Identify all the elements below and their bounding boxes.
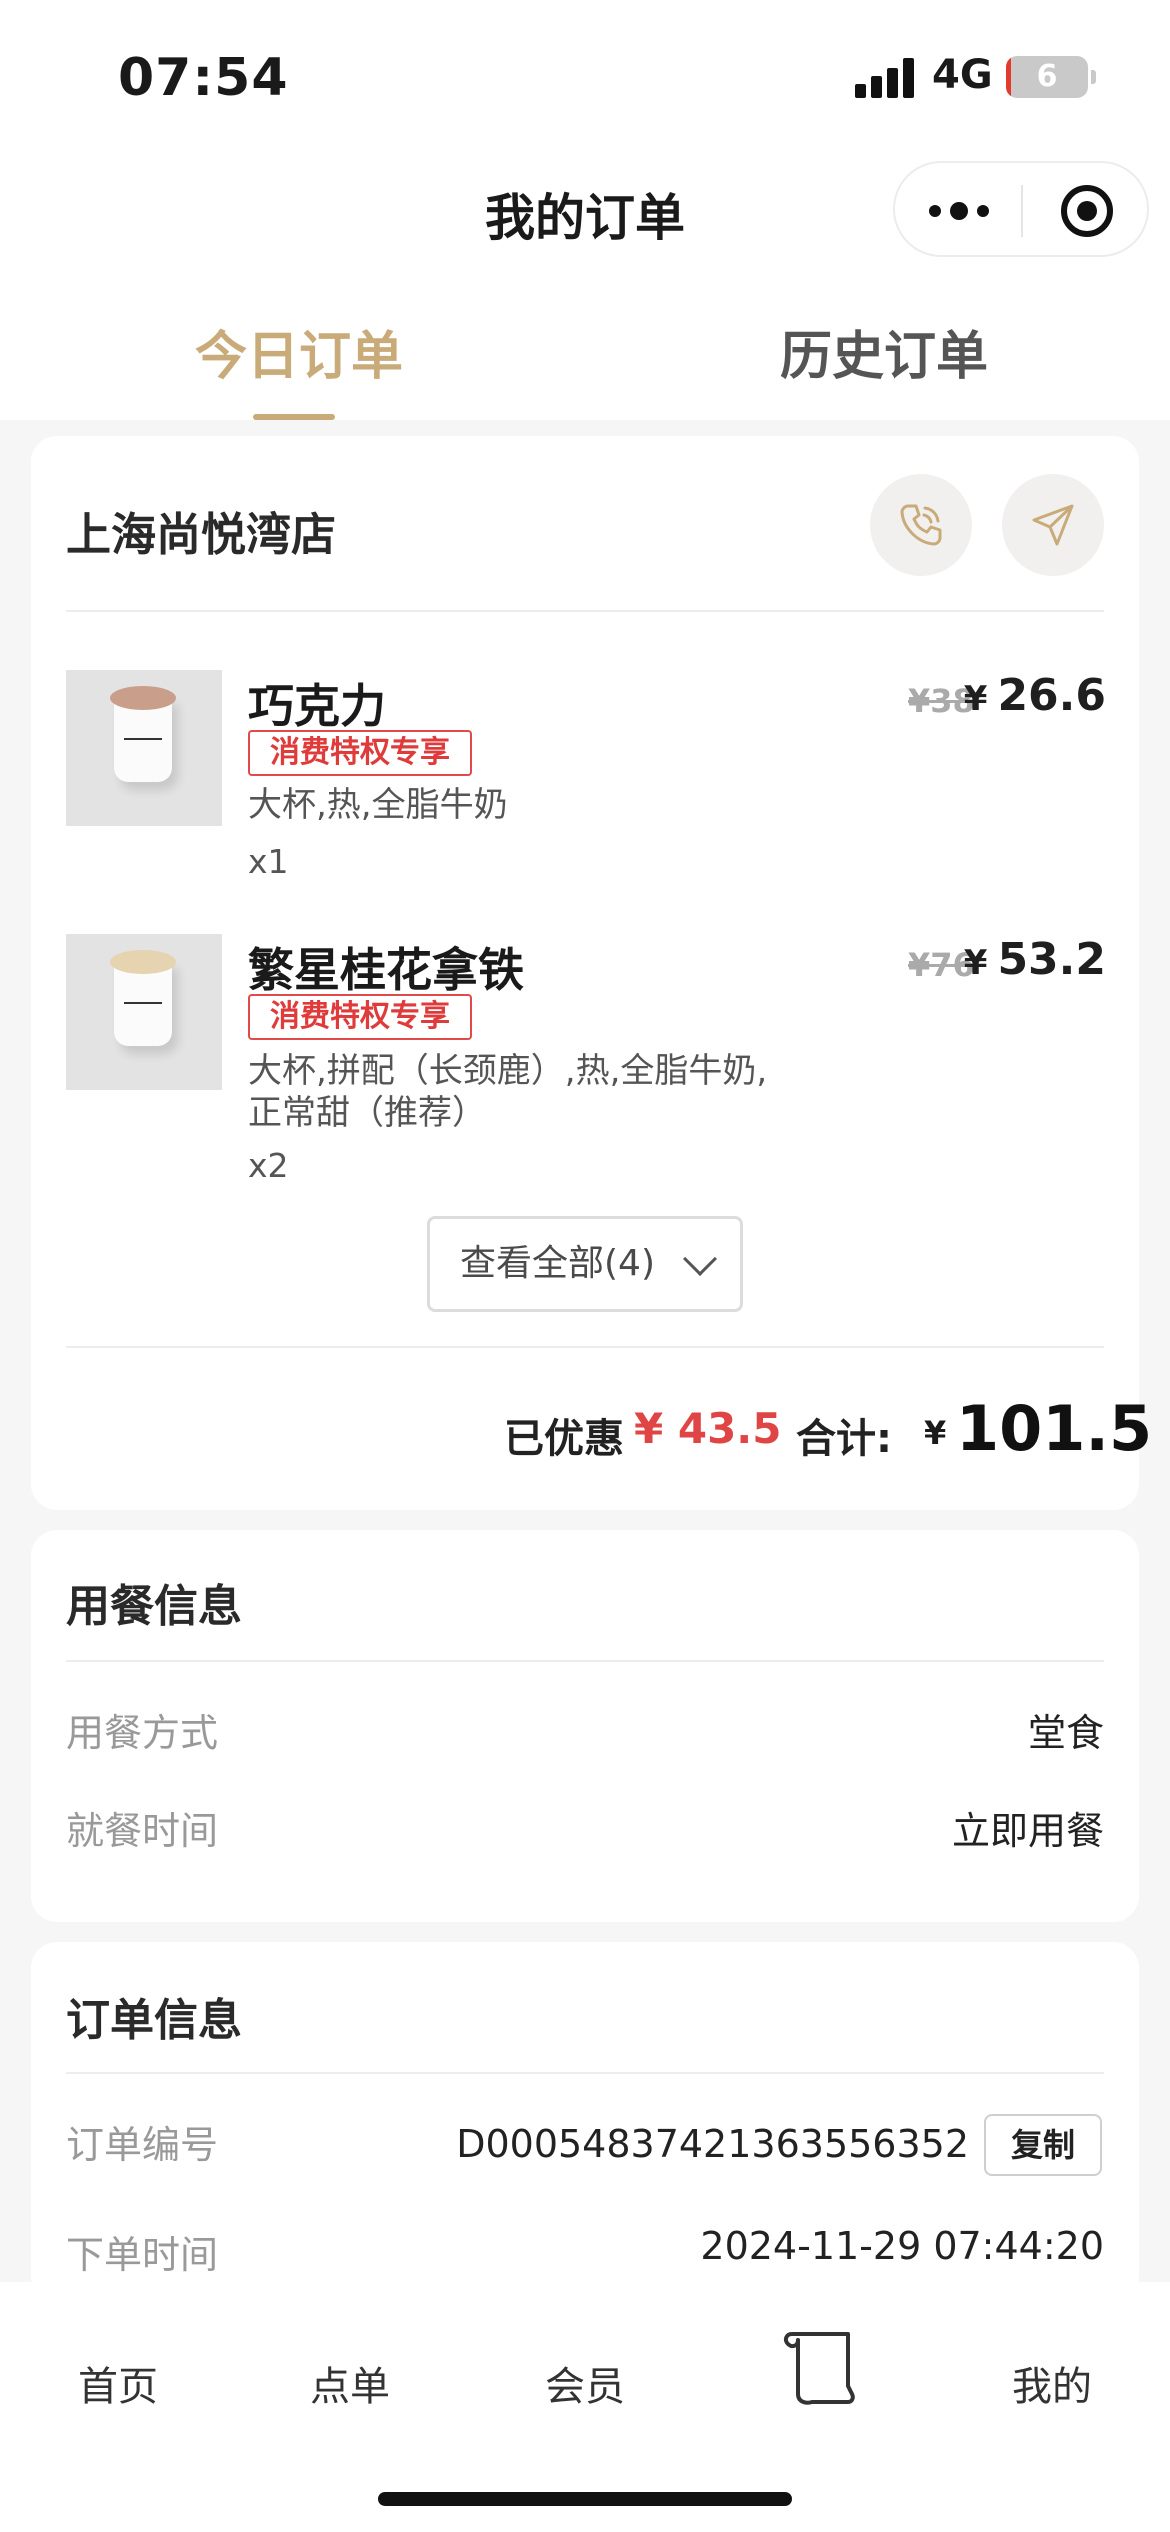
- order-divider: [66, 2072, 1104, 2074]
- discount-label: 已优惠: [504, 1416, 624, 1462]
- navigation-arrow-icon: [1032, 504, 1074, 546]
- total-label: 合计:: [796, 1416, 892, 1462]
- call-store-button[interactable]: [870, 474, 972, 576]
- sale-price-value: 53.2: [997, 934, 1106, 985]
- order-info-card: 订单信息 订单编号 D0005483742136355635​2 复制 下单时间…: [31, 1942, 1139, 2302]
- dining-mode-label: 用餐方式: [66, 1711, 219, 1755]
- cup-foam: [110, 686, 176, 710]
- dining-info-title: 用餐信息: [66, 1581, 242, 1632]
- tab-order[interactable]: 点单: [310, 2354, 390, 2412]
- tab-indicator: [253, 414, 335, 420]
- totals-divider: [66, 1346, 1104, 1348]
- view-all-button[interactable]: 查看全部(4): [427, 1216, 743, 1312]
- mini-program-capsule: [893, 161, 1149, 257]
- phone-icon: [900, 504, 942, 546]
- cup-illustration: [110, 686, 176, 782]
- product-name: 巧克力: [248, 679, 386, 733]
- tab-home[interactable]: 首页: [78, 2354, 158, 2412]
- store-divider: [66, 610, 1104, 612]
- nav-bar: 我的订单: [0, 150, 1170, 270]
- navigate-store-button[interactable]: [1002, 474, 1104, 576]
- signal-icon: [855, 58, 917, 98]
- order-item[interactable]: 巧克力 消费特权专享 大杯,热,全脂牛奶 x1 ¥38 ¥26.6: [66, 670, 1106, 890]
- sale-price: ¥53.2: [964, 934, 1106, 985]
- scroll-icon[interactable]: [782, 2326, 858, 2410]
- capsule-divider: [1021, 185, 1023, 237]
- dining-info-card: 用餐信息 用餐方式 堂食 就餐时间 立即用餐: [31, 1530, 1139, 1922]
- privilege-badge: 消费特权专享: [248, 730, 472, 776]
- privilege-badge: 消费特权专享: [248, 994, 472, 1040]
- order-time-label: 下单时间: [66, 2233, 219, 2277]
- bottom-tab-bar: 首页 点单 会员 我的: [0, 2282, 1170, 2532]
- order-item[interactable]: 繁星桂花拿铁 消费特权专享 大杯,拼配（长颈鹿）,热,全脂牛奶,正常甜（推荐） …: [66, 934, 1106, 1194]
- dining-mode-value: 堂食: [1027, 1711, 1104, 1755]
- cup-foam: [110, 950, 176, 974]
- sale-price: ¥26.6: [964, 670, 1106, 721]
- total-amount: 101.5: [956, 1392, 1153, 1465]
- product-name: 繁星桂花拿铁: [248, 943, 524, 997]
- more-icon[interactable]: [929, 197, 989, 225]
- tab-mine[interactable]: 我的: [1012, 2354, 1092, 2412]
- close-target-icon[interactable]: [1061, 185, 1113, 237]
- cup-logo: [124, 1002, 162, 1010]
- currency-symbol: ¥: [963, 679, 988, 719]
- chevron-down-icon: [683, 1242, 717, 1276]
- currency-symbol: ¥: [963, 943, 988, 983]
- order-number-label: 订单编号: [66, 2123, 219, 2167]
- order-tabs: 今日订单 历史订单: [0, 270, 1170, 420]
- product-spec: 大杯,拼配（长颈鹿）,热,全脂牛奶,正常甜（推荐）: [248, 1051, 768, 1133]
- battery-icon: 6: [1006, 56, 1088, 98]
- battery-tip: [1091, 70, 1096, 84]
- network-label: 4G: [932, 52, 993, 98]
- order-time-value: 2024-11-29 07:44:20: [700, 2224, 1104, 2268]
- discount-value: ¥ 43.5: [634, 1404, 782, 1453]
- product-image: [66, 670, 222, 826]
- cup-illustration: [110, 950, 176, 1046]
- order-number-value: D0005483742136355635​2: [456, 2122, 969, 2166]
- product-image: [66, 934, 222, 1090]
- cup-logo: [124, 738, 162, 746]
- status-time: 07:54: [118, 48, 289, 108]
- product-quantity: x1: [248, 842, 289, 881]
- dining-time-label: 就餐时间: [66, 1809, 219, 1853]
- store-name: 上海尚悦湾店: [66, 508, 337, 561]
- battery-percent: 6: [1036, 59, 1058, 94]
- product-quantity: x2: [248, 1146, 289, 1185]
- sale-price-value: 26.6: [997, 670, 1106, 721]
- order-items-card: 上海尚悦湾店 巧克力 消费特权专享 大杯,热,全脂牛奶 x1 ¥38 ¥26.6…: [31, 436, 1152, 1510]
- order-info-title: 订单信息: [66, 1995, 242, 2046]
- copy-button[interactable]: 复制: [984, 2114, 1102, 2176]
- dining-divider: [66, 1660, 1104, 1662]
- dining-time-value: 立即用餐: [951, 1809, 1104, 1853]
- total-currency: ¥: [924, 1414, 947, 1452]
- home-indicator: [378, 2492, 792, 2506]
- tab-member[interactable]: 会员: [545, 2354, 625, 2412]
- tab-today-orders[interactable]: 今日订单: [195, 314, 403, 389]
- status-bar: 07:54 4G 6: [0, 0, 1170, 150]
- view-all-label: 查看全部(4): [460, 1243, 655, 1284]
- order-totals: 已优惠 ¥ 43.5 合计: ¥ 101.5: [504, 1392, 1152, 1466]
- tab-history-orders[interactable]: 历史订单: [780, 314, 988, 389]
- product-spec: 大杯,热,全脂牛奶: [248, 785, 508, 825]
